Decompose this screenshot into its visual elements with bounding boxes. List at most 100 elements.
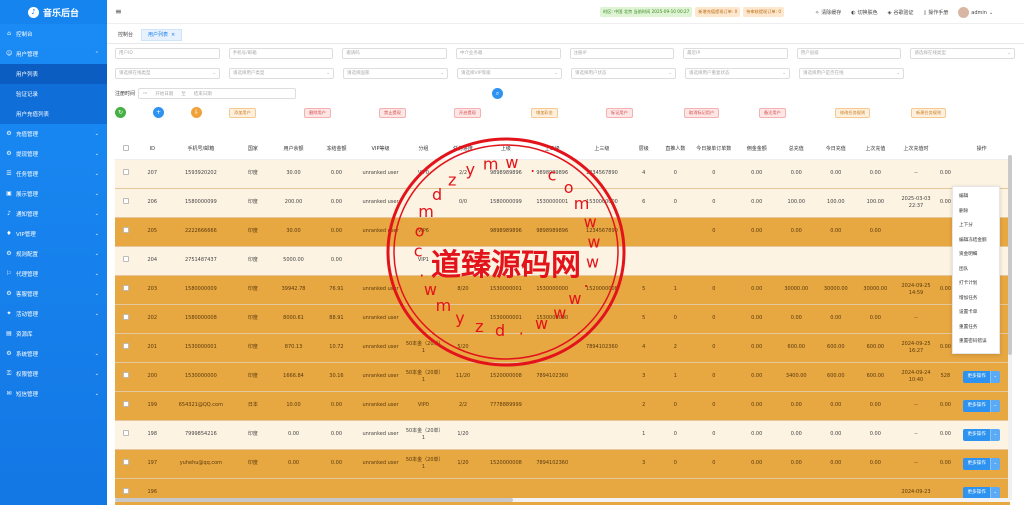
table-row[interactable]: 198 7999854216 印度 0.00 0.00 unranked user 50本金… [115,420,1010,450]
table-row[interactable]: 202 1580000008 印度 8000.61 88.91 unranked user… [115,304,1010,334]
filter-input[interactable]: 请选择用户状态 ⌄ [571,68,676,79]
sidebar-item-3[interactable]: ⚙ 提现管理 ⌄ [0,144,107,164]
filter-input[interactable]: 请选择用户重复状态 ⌄ [685,68,790,79]
sidebar-subitem-2[interactable]: 用户充值列表 [0,104,107,124]
dropdown-item[interactable]: 重置密码错误 [953,335,999,350]
action-button-2[interactable]: 禁止提现 [379,108,406,118]
tab-1[interactable]: 用户列表 × [141,28,183,41]
action-button-0[interactable]: 添加用户 [229,108,256,118]
sidebar-item-11[interactable]: ✦ 活动管理 ⌄ [0,304,107,324]
table-row[interactable]: 200 1530000000 印度 1666.84 30.16 unranked user… [115,362,1010,392]
filter-input[interactable]: 注册IP [569,48,675,59]
topbar-tool[interactable]: ✧ 清除缓存 [815,9,841,17]
table-row[interactable]: 206 1580000099 印度 200.00 0.00 unranked user 0/… [115,188,1010,218]
filter-input[interactable]: 邀请码 [342,48,447,59]
row-checkbox[interactable] [123,430,130,436]
action-button-9[interactable]: 新建任务规则 [911,108,947,118]
sidebar-item-1[interactable]: ☺ 用户管理 ⌃ [0,44,107,64]
sidebar-subitem-0[interactable]: 用户列表 [0,64,107,84]
dropdown-item[interactable]: 资金明细 [953,248,999,263]
action-button-6[interactable]: 取消标记用户 [684,108,720,118]
row-checkbox[interactable] [123,314,130,320]
vertical-scrollbar[interactable] [1008,155,1012,500]
filter-input[interactable]: 请选择在线类型 ⌄ [115,68,220,79]
dropdown-item[interactable]: 打卡计划 [953,277,999,292]
refresh-button[interactable]: ↻ [115,107,126,118]
dropdown-item[interactable]: 编辑 [953,190,999,205]
more-actions-button[interactable]: 更多操作 ⌄ [963,370,1000,383]
filter-input[interactable]: 请选择用户是否在线 ⌄ [799,68,904,79]
row-checkbox[interactable] [123,343,130,349]
sidebar-subitem-1[interactable]: 验证记录 [0,84,107,104]
sidebar-item-15[interactable]: ✉ 短信管理 ⌄ [0,384,107,404]
tab-0[interactable]: 控制台 [112,29,139,41]
close-icon[interactable]: × [171,29,175,41]
row-checkbox[interactable] [123,227,130,233]
vertical-scroll-thumb[interactable] [1008,155,1012,355]
sidebar-item-9[interactable]: ⚐ 代理管理 ⌄ [0,264,107,284]
sidebar-item-4[interactable]: ☰ 任务管理 ⌄ [0,164,107,184]
more-actions-button[interactable]: 更多操作 ⌄ [963,428,1000,441]
notice-pill[interactable]: 新增充值提现订单: 0 [695,7,741,17]
sidebar-item-10[interactable]: ⚙ 客服管理 ⌄ [0,284,107,304]
more-actions-button[interactable]: 更多操作 ⌄ [963,399,1000,412]
sidebar-item-2[interactable]: ⚙ 充值管理 ⌄ [0,124,107,144]
topbar-tool[interactable]: ◐ 切换肤色 [851,9,877,17]
search-button[interactable]: ⌕ [492,88,504,99]
menu-toggle-icon[interactable]: ≡ [115,7,122,16]
filter-input[interactable]: 最近IP [683,48,788,59]
sidebar-item-12[interactable]: ▤ 资源库 [0,324,107,344]
horizontal-scrollbar[interactable] [115,498,1010,502]
row-checkbox[interactable] [123,169,130,175]
notice-pill[interactable]: 待审核提现订单: 0 [743,7,785,17]
dropdown-item[interactable]: 上下分 [953,219,999,234]
filter-input[interactable]: 用户层级 [796,48,902,59]
action-button-3[interactable]: 开启提现 [454,108,481,118]
dropdown-item[interactable]: 重置任务 [953,321,999,336]
action-button-5[interactable]: 标记用户 [606,108,633,118]
filter-input[interactable]: 中介业务邀 [455,48,561,59]
filter-input[interactable]: 请选择用户类型 ⌄ [229,68,334,79]
action-button-4[interactable]: 增加彩金 [531,108,558,118]
filter-input[interactable]: 用户ID [115,48,220,59]
select-all-checkbox[interactable] [123,144,130,151]
topbar-tool[interactable]: ▯ 操作手册 [923,9,948,17]
filter-input[interactable]: 请选择VIP等级 ⌄ [457,68,562,79]
dropdown-item[interactable]: 设置卡单 [953,306,999,321]
action-button-8[interactable]: 修改任务规则 [835,108,871,118]
filter-input[interactable]: 请选择在线类型 ⌄ [910,48,1015,59]
export-button[interactable]: ⇩ [191,107,202,118]
table-row[interactable]: 205 2222666666 印度 30.00 0.00 unranked user VIP… [115,217,1010,247]
dropdown-item[interactable]: 增加任务 [953,292,999,307]
sidebar-item-13[interactable]: ⚙ 系统管理 ⌄ [0,344,107,364]
filter-input[interactable]: 请选择国家 ⌄ [343,68,448,79]
table-row[interactable]: 207 1593920202 印度 30.00 0.00 unranked user VIP… [115,159,1010,189]
sidebar-item-5[interactable]: ▣ 展示管理 ⌄ [0,184,107,204]
dropdown-item[interactable]: 删除 [953,205,999,220]
sidebar-item-8[interactable]: ⚙ 规则配置 ⌄ [0,244,107,264]
notice-pill[interactable]: 时区: 中国 北京 当前时间 2025-09-10 00:27 [600,7,693,17]
horizontal-scroll-thumb[interactable] [115,498,513,502]
user-menu[interactable]: admin ⌄ [958,7,993,18]
row-checkbox[interactable] [123,372,130,378]
table-row[interactable]: 201 1530000001 印度 870.13 10.72 unranked user 5… [115,333,1010,363]
sidebar-item-14[interactable]: ⚿ 权限管理 ⌄ [0,364,107,384]
row-checkbox[interactable] [123,459,130,465]
table-row[interactable]: 203 1580000009 印度 39942.78 76.91 unranked use… [115,275,1010,305]
topbar-tool[interactable]: ◈ 谷歌验证 [888,9,914,17]
dropdown-item[interactable]: 团队 [953,263,999,278]
sidebar-item-6[interactable]: ♪ 通知管理 ⌄ [0,204,107,224]
row-checkbox[interactable] [123,198,130,204]
table-row[interactable]: 199 654321@QQ.com 日本 10.00 0.00 unranked user… [115,391,1010,421]
more-actions-button[interactable]: 更多操作 ⌄ [963,486,1000,499]
action-button-7[interactable]: 备注用户 [759,108,786,118]
dropdown-item[interactable]: 编辑冻结金额 [953,234,999,249]
plus-button[interactable]: + [153,107,164,118]
more-actions-button[interactable]: 更多操作 ⌄ [963,457,1000,470]
row-checkbox[interactable] [123,401,130,407]
sidebar-item-0[interactable]: ⌂ 控制台 [0,24,107,44]
row-checkbox[interactable] [123,488,130,494]
row-checkbox[interactable] [123,285,130,291]
action-button-1[interactable]: 删除用户 [304,108,331,118]
table-row[interactable]: 197 yuhehu@qq.com 印度 0.00 0.00 unranked user 5… [115,449,1010,479]
